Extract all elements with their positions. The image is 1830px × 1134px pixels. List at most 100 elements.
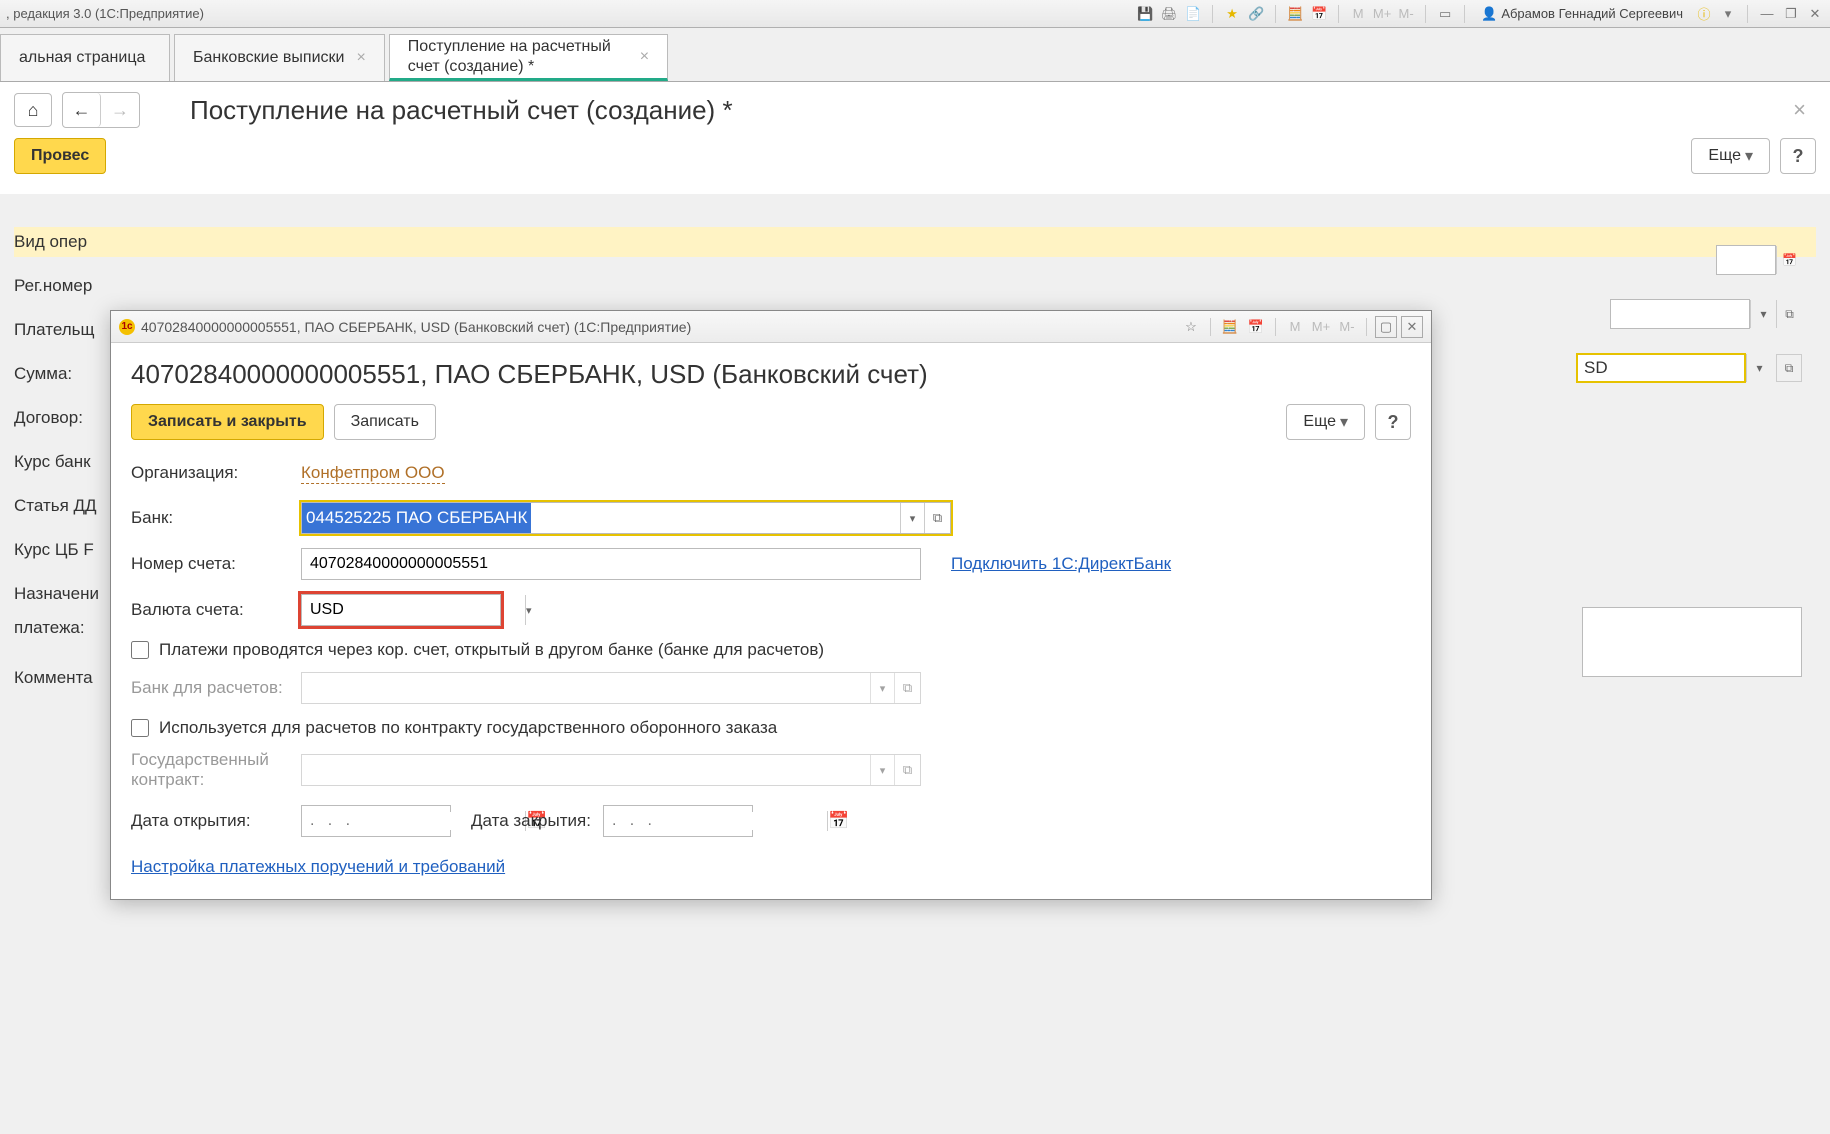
m-minus-icon[interactable]: M- <box>1397 5 1415 23</box>
open-icon[interactable]: ⧉ <box>1776 354 1802 382</box>
account-number-input[interactable] <box>301 548 921 580</box>
payment-settings-link[interactable]: Настройка платежных поручений и требован… <box>131 857 505 876</box>
bg-label-bankrate: Курс банк <box>14 452 114 472</box>
modal-close-icon[interactable]: ✕ <box>1401 316 1423 338</box>
divider <box>1425 5 1426 23</box>
close-icon[interactable]: ✕ <box>1806 5 1824 23</box>
calendar-icon[interactable]: 📅 <box>827 811 849 831</box>
user-name: Абрамов Геннадий Сергеевич <box>1501 6 1683 21</box>
chevron-down-icon[interactable]: ▾ <box>900 503 924 533</box>
post-button[interactable]: Провес <box>14 138 106 174</box>
doc-icon[interactable]: 📄 <box>1184 5 1202 23</box>
modal-body: 40702840000000005551, ПАО СБЕРБАНК, USD … <box>111 343 1431 899</box>
print-icon[interactable]: 🖨 <box>1160 5 1178 23</box>
bg-label-contract: Договор: <box>14 408 114 428</box>
calc-icon[interactable]: 🧮 <box>1286 5 1304 23</box>
save-icon[interactable]: 💾 <box>1136 5 1154 23</box>
gov-contract-field: ▾ ⧉ <box>301 754 921 786</box>
bg-label-comment: Коммента <box>14 668 114 688</box>
bank-account-modal: 1c 40702840000000005551, ПАО СБЕРБАНК, U… <box>110 310 1432 900</box>
more-button[interactable]: Еще <box>1691 138 1770 174</box>
page-title: Поступление на расчетный счет (создание)… <box>190 95 733 126</box>
favorite-icon[interactable]: ☆ <box>1180 316 1202 338</box>
currency-input[interactable] <box>302 595 525 625</box>
modal-help-button[interactable]: ? <box>1375 404 1411 440</box>
bank-value: 044525225 ПАО СБЕРБАНК <box>302 503 531 533</box>
bank-field[interactable]: 044525225 ПАО СБЕРБАНК ▾ ⧉ <box>301 502 951 534</box>
save-button[interactable]: Записать <box>334 404 436 440</box>
open-icon: ⧉ <box>894 673 920 703</box>
user-icon: 👤 <box>1481 6 1497 22</box>
maximize-icon[interactable]: ▢ <box>1375 316 1397 338</box>
tabs-row: альная страница Банковские выписки × Пос… <box>0 28 1830 82</box>
tab-receipt[interactable]: Поступление на расчетный счет (создание)… <box>389 34 668 81</box>
gov-contract-input <box>302 755 870 785</box>
divider <box>1338 5 1339 23</box>
divider <box>1747 5 1748 23</box>
info-icon[interactable]: ⓘ <box>1695 5 1713 23</box>
home-button[interactable]: ⌂ <box>14 93 52 127</box>
divider <box>1366 318 1367 336</box>
other-bank-label: Платежи проводятся через кор. счет, откр… <box>159 640 824 660</box>
calendar-icon[interactable]: 📅 <box>1245 316 1267 338</box>
modal-more-button[interactable]: Еще <box>1286 404 1365 440</box>
user-block[interactable]: 👤 Абрамов Геннадий Сергеевич <box>1475 6 1689 22</box>
bg-label-cbrate: Курс ЦБ F <box>14 540 114 560</box>
bank-for-input <box>302 673 870 703</box>
close-date-field[interactable]: 📅 <box>603 805 753 837</box>
forward-button[interactable]: → <box>101 93 139 127</box>
panels-icon[interactable]: ▭ <box>1436 5 1454 23</box>
m-plus-icon[interactable]: M+ <box>1310 316 1332 338</box>
open-icon[interactable]: ⧉ <box>1776 300 1802 328</box>
page-area: ⌂ ← → Поступление на расчетный счет (соз… <box>0 82 1830 194</box>
modal-titlebar: 1c 40702840000000005551, ПАО СБЕРБАНК, U… <box>111 311 1431 343</box>
divider <box>1212 5 1213 23</box>
help-button[interactable]: ? <box>1780 138 1816 174</box>
m-icon[interactable]: M <box>1284 316 1306 338</box>
label-open-date: Дата открытия: <box>131 811 301 831</box>
app-titlebar: , редакция 3.0 (1С:Предприятие) 💾 🖨 📄 ★ … <box>0 0 1830 28</box>
bg-label-regnum: Рег.номер <box>14 276 114 296</box>
tab-close-icon[interactable]: × <box>356 49 365 67</box>
calendar-icon[interactable]: 📅 <box>1310 5 1328 23</box>
open-icon[interactable]: ⧉ <box>924 503 950 533</box>
chevron-down-icon[interactable]: ▾ <box>1750 300 1776 328</box>
tab-main[interactable]: альная страница <box>0 34 170 81</box>
calendar-icon[interactable]: 📅 <box>1776 246 1802 274</box>
divider <box>1275 5 1276 23</box>
modal-title-text: 40702840000000005551, ПАО СБЕРБАНК, USD … <box>141 319 691 335</box>
tab-close-icon[interactable]: × <box>640 48 649 66</box>
m-plus-icon[interactable]: M+ <box>1373 5 1391 23</box>
currency-field[interactable]: ▾ <box>301 594 501 626</box>
chevron-down-icon[interactable]: ▾ <box>525 595 532 625</box>
open-date-field[interactable]: 📅 <box>301 805 451 837</box>
bg-field-value: SD <box>1584 358 1608 378</box>
titlebar-toolbar: 💾 🖨 📄 ★ 🔗 🧮 📅 M M+ M- ▭ 👤 Абрамов Геннад… <box>1136 5 1824 23</box>
chevron-down-icon[interactable]: ▾ <box>1746 354 1772 382</box>
org-link[interactable]: Конфетпром ООО <box>301 463 445 484</box>
restore-icon[interactable]: ❐ <box>1782 5 1800 23</box>
label-close-date: Дата закрытия: <box>471 811 591 831</box>
divider <box>1275 318 1276 336</box>
m-minus-icon[interactable]: M- <box>1336 316 1358 338</box>
save-and-close-button[interactable]: Записать и закрыть <box>131 404 324 440</box>
dropdown-icon[interactable]: ▾ <box>1719 5 1737 23</box>
tab-bank-statements[interactable]: Банковские выписки × <box>174 34 385 81</box>
other-bank-checkbox[interactable] <box>131 641 149 659</box>
label-gov-contract: Государственный контракт: <box>131 750 301 791</box>
link-icon[interactable]: 🔗 <box>1247 5 1265 23</box>
gov-contract-checkbox[interactable] <box>131 719 149 737</box>
open-icon: ⧉ <box>894 755 920 785</box>
close-date-input[interactable] <box>604 812 827 830</box>
directbank-link[interactable]: Подключить 1С:ДиректБанк <box>951 554 1171 574</box>
gov-contract-checkbox-row: Используется для расчетов по контракту г… <box>131 718 1411 738</box>
minimize-icon[interactable]: — <box>1758 5 1776 23</box>
page-close-icon[interactable]: × <box>1783 97 1816 123</box>
m-icon[interactable]: M <box>1349 5 1367 23</box>
star-icon[interactable]: ★ <box>1223 5 1241 23</box>
bg-label-sum: Сумма: <box>14 364 114 384</box>
label-currency: Валюта счета: <box>131 600 301 620</box>
back-button[interactable]: ← <box>63 93 101 127</box>
modal-heading: 40702840000000005551, ПАО СБЕРБАНК, USD … <box>131 359 1411 390</box>
calc-icon[interactable]: 🧮 <box>1219 316 1241 338</box>
